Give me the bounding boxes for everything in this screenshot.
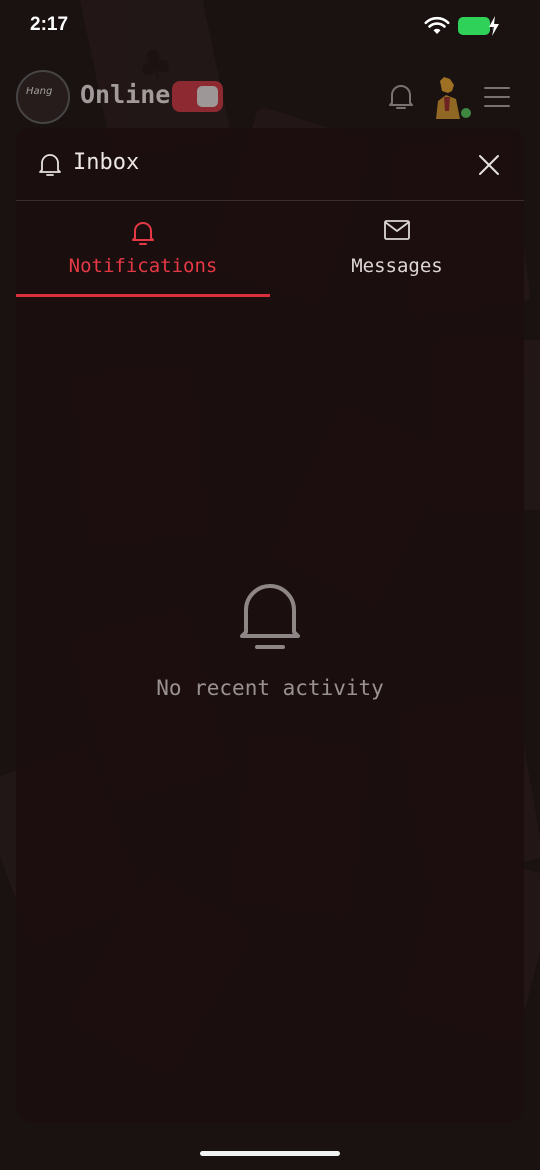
close-icon[interactable]: [474, 150, 504, 180]
inbox-panel: Inbox Notifications Messages No recent a…: [16, 128, 524, 1122]
avatar[interactable]: [430, 75, 464, 119]
toggle-knob: [197, 86, 218, 107]
bell-icon: [39, 154, 61, 176]
tab-notifications[interactable]: Notifications: [16, 201, 270, 297]
mail-icon: [384, 220, 410, 240]
home-indicator: [200, 1151, 340, 1156]
active-tab-indicator: [16, 294, 270, 297]
presence-indicator: [461, 108, 471, 118]
tab-notifications-label: Notifications: [68, 255, 218, 277]
status-time: 2:17: [30, 14, 69, 35]
tab-messages[interactable]: Messages: [270, 201, 524, 297]
wifi-icon: [424, 16, 450, 34]
inbox-tabs: Notifications Messages: [16, 201, 524, 297]
app-header: Hang Online: [0, 60, 540, 128]
empty-state-text: No recent activity: [156, 676, 384, 700]
battery-icon: [458, 17, 490, 35]
header-bell-icon[interactable]: [387, 82, 415, 112]
tab-messages-label: Messages: [351, 255, 443, 277]
status-bar: 2:17: [0, 0, 540, 52]
inbox-header: Inbox: [16, 128, 524, 201]
online-toggle[interactable]: [172, 81, 223, 112]
menu-icon[interactable]: [484, 86, 510, 108]
online-label: Online: [80, 80, 171, 109]
empty-state: No recent activity: [16, 578, 524, 700]
bell-icon: [132, 222, 154, 245]
logo-text: Hang: [26, 86, 53, 97]
app-logo[interactable]: Hang: [16, 70, 70, 124]
inbox-title: Inbox: [73, 150, 140, 175]
bell-icon: [240, 584, 300, 649]
charging-bolt-icon: [489, 16, 499, 36]
